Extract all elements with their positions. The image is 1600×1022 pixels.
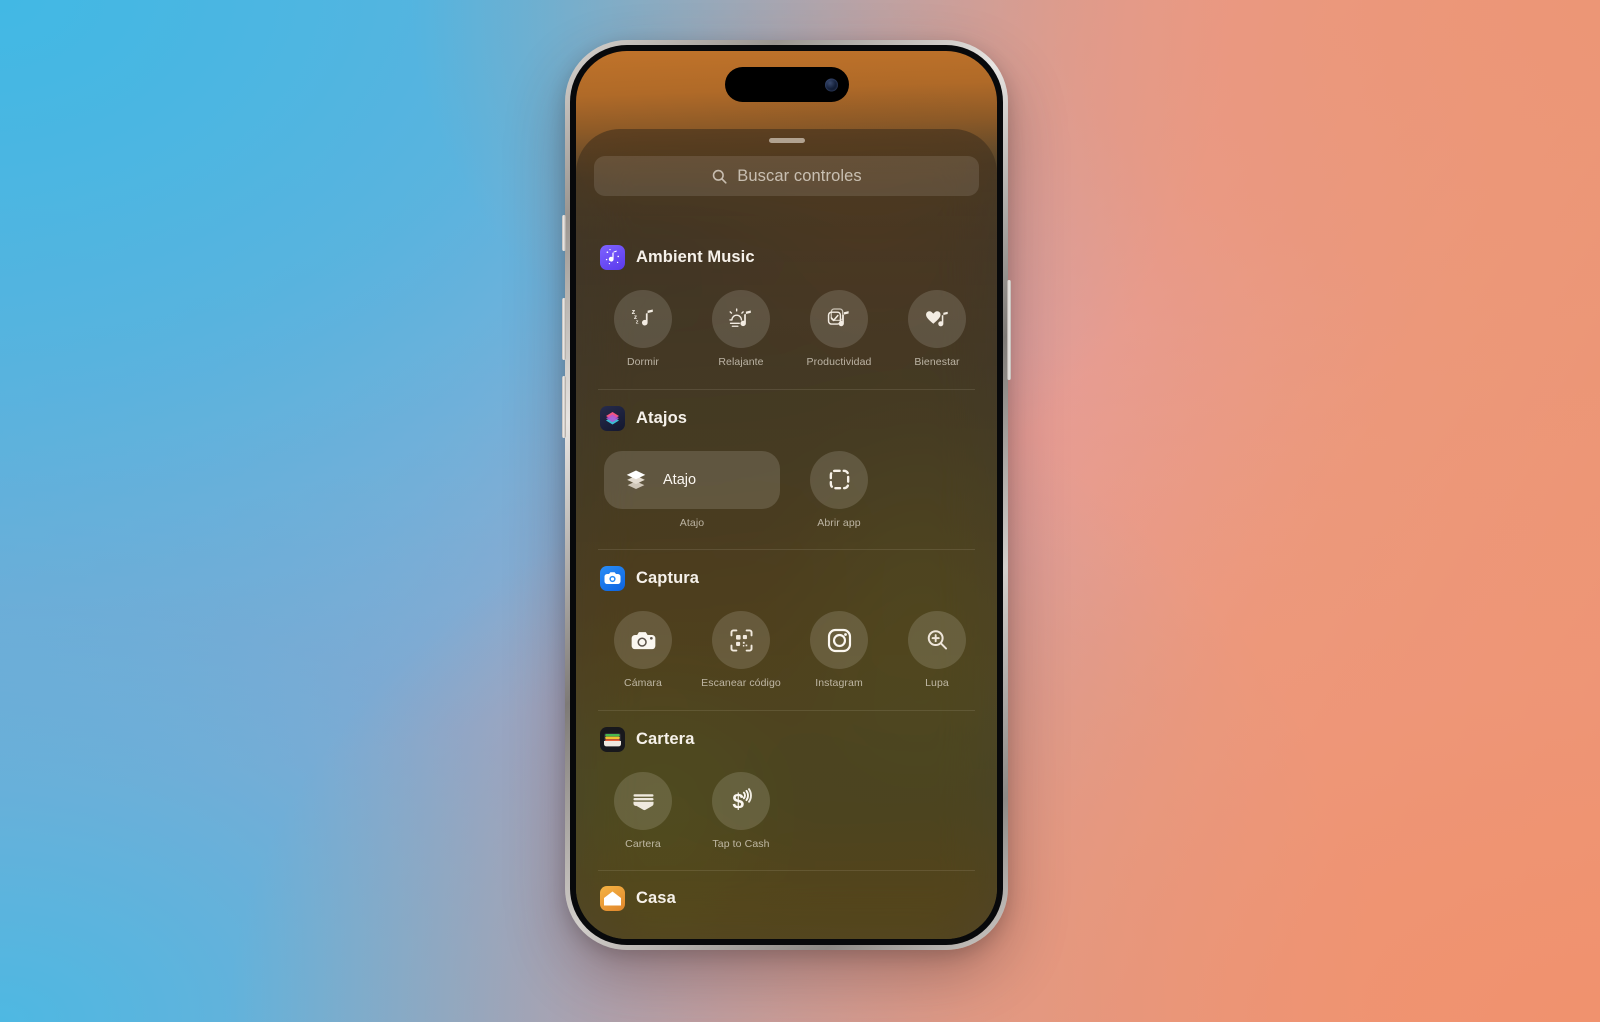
control-label: Escanear código — [701, 677, 781, 689]
control-label: Dormir — [626, 356, 660, 368]
control-label: Lupa — [925, 677, 949, 689]
search-placeholder: Buscar controles — [737, 166, 862, 185]
power-button[interactable] — [1007, 280, 1011, 380]
open-app-dashed-square-icon — [810, 450, 868, 509]
control-abrir-app[interactable]: Abrir app — [790, 450, 888, 530]
camera-icon — [614, 611, 672, 669]
control-relajante[interactable]: Relajante — [692, 290, 790, 369]
phone-screen: Buscar controles Ambient Music z z z Dor… — [576, 51, 997, 939]
section-title: Cartera — [636, 729, 695, 748]
camera-app-icon — [600, 566, 625, 591]
section-title: Atajos — [636, 408, 688, 427]
section-header: Atajos — [594, 390, 979, 431]
control-cartera[interactable]: Cartera — [594, 771, 692, 851]
search-icon — [711, 168, 728, 185]
control-instagram[interactable]: Instagram — [790, 611, 888, 690]
control-label: Cámara — [624, 677, 662, 689]
control-bienestar[interactable]: Bienestar — [888, 290, 986, 369]
control-camara[interactable]: Cámara — [594, 611, 692, 690]
search-input[interactable]: Buscar controles — [594, 156, 979, 196]
instagram-icon — [810, 611, 868, 669]
section-captura: Captura Cámara Escanear código Instagram… — [576, 550, 997, 696]
section-cartera: Cartera Cartera $ Tap to Cash — [576, 711, 997, 857]
action-button[interactable] — [562, 215, 566, 251]
section-header: Ambient Music — [594, 229, 979, 270]
dynamic-island[interactable] — [724, 67, 849, 102]
control-label: Atajo — [679, 516, 705, 529]
shortcuts-app-icon — [600, 405, 625, 431]
magnifier-plus-icon — [908, 611, 966, 669]
volume-down-button[interactable] — [562, 376, 566, 438]
controls-row: Cámara Escanear código Instagram Lupa — [594, 591, 979, 696]
section-header: Casa — [594, 871, 979, 911]
volume-up-button[interactable] — [562, 298, 566, 360]
section-casa: Casa — [576, 871, 997, 911]
controls-row: z z z Dormir Relajante Productividad Bie… — [594, 270, 979, 375]
section-title: Captura — [636, 569, 700, 587]
section-title: Casa — [636, 889, 676, 907]
phone-bezel: Buscar controles Ambient Music z z z Dor… — [570, 45, 1003, 945]
svg-text:$: $ — [732, 791, 744, 814]
control-lupa[interactable]: Lupa — [888, 611, 986, 690]
control-atajo[interactable]: Atajo Atajo — [594, 450, 790, 530]
controls-scroll-area[interactable]: Ambient Music z z z Dormir Relajante Pro… — [576, 229, 997, 939]
front-camera-icon — [824, 78, 838, 91]
shortcut-pill[interactable]: Atajo — [604, 450, 780, 509]
controls-row: Atajo Atajo Abrir app — [594, 431, 979, 536]
section-ambient-music: Ambient Music z z z Dormir Relajante Pro… — [576, 229, 997, 375]
control-label: Bienestar — [914, 356, 960, 368]
checklist-music-icon — [810, 290, 868, 348]
control-escanear-codigo[interactable]: Escanear código — [692, 611, 790, 690]
control-label: Tap to Cash — [712, 837, 770, 850]
section-header: Captura — [594, 550, 979, 591]
wallet-icon — [614, 771, 672, 830]
ambient-music-app-icon — [600, 245, 625, 270]
control-dormir[interactable]: z z z Dormir — [594, 290, 692, 369]
control-label: Cartera — [625, 837, 661, 850]
controls-gallery-sheet: Buscar controles Ambient Music z z z Dor… — [576, 129, 997, 939]
sleep-music-icon: z z z — [614, 290, 672, 348]
qr-scan-icon — [712, 611, 770, 669]
control-label: Abrir app — [817, 516, 861, 529]
control-tap-to-cash[interactable]: $ Tap to Cash — [692, 771, 790, 851]
heart-music-icon — [908, 290, 966, 348]
section-title: Ambient Music — [636, 248, 755, 266]
tap-to-cash-icon: $ — [712, 771, 770, 830]
home-app-icon — [600, 886, 625, 911]
shortcut-inline-label: Atajo — [663, 471, 697, 488]
sunset-music-icon — [712, 290, 770, 348]
section-header: Cartera — [594, 711, 979, 752]
iphone-device: Buscar controles Ambient Music z z z Dor… — [562, 40, 1011, 950]
controls-row: Cartera $ Tap to Cash — [594, 752, 979, 857]
shortcut-stack-icon — [621, 465, 651, 495]
control-productividad[interactable]: Productividad — [790, 290, 888, 369]
sheet-drag-handle[interactable] — [768, 138, 805, 143]
control-label: Relajante — [718, 356, 764, 368]
svg-text:z: z — [635, 319, 638, 325]
control-label: Productividad — [806, 356, 872, 368]
wallet-app-icon — [600, 726, 625, 752]
section-atajos: Atajos Atajo Atajo Abrir app — [576, 390, 997, 536]
control-label: Instagram — [815, 677, 863, 689]
